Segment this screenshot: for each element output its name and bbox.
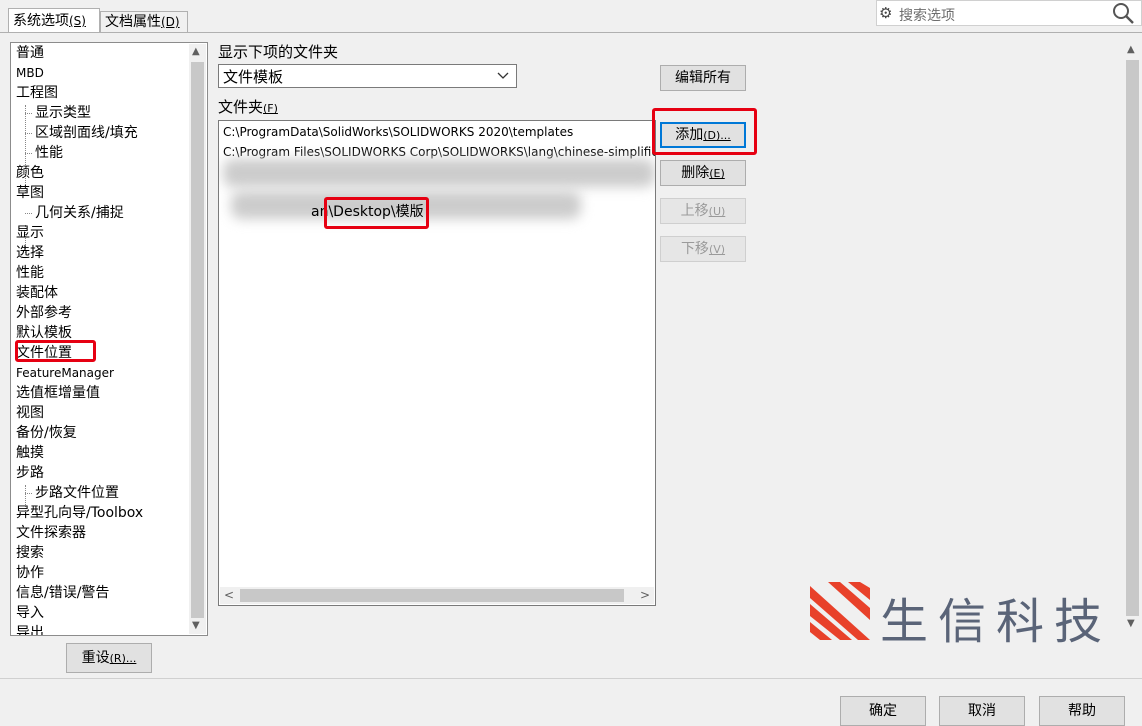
tree-item[interactable]: 导入 bbox=[16, 603, 44, 623]
scroll-down-arrow-icon[interactable]: ▼ bbox=[1127, 618, 1135, 629]
gear-icon[interactable]: ⚙ bbox=[879, 4, 892, 22]
tree-item[interactable]: FeatureManager bbox=[16, 363, 114, 383]
search-placeholder: 搜索选项 bbox=[899, 8, 955, 24]
tree-item[interactable]: 协作 bbox=[16, 563, 44, 583]
tree-item[interactable]: 性能 bbox=[16, 263, 44, 283]
tree-item[interactable]: 工程图 bbox=[16, 83, 58, 103]
edit-all-button[interactable]: 编辑所有 bbox=[660, 65, 746, 91]
search-box[interactable]: ⚙ 搜索选项 bbox=[876, 0, 1142, 26]
tree-item[interactable]: 步路文件位置 bbox=[25, 483, 119, 503]
main-scroll-thumb[interactable] bbox=[1126, 60, 1139, 616]
tree-scroll-thumb[interactable] bbox=[191, 62, 204, 618]
tree-item[interactable]: 显示类型 bbox=[25, 103, 91, 123]
main-scrollbar[interactable]: ▲ ▼ bbox=[1124, 42, 1141, 636]
tree-item[interactable]: 性能 bbox=[25, 143, 63, 163]
tree-item[interactable]: 选值框增量值 bbox=[16, 383, 100, 403]
folder-type-dropdown[interactable]: 文件模板 bbox=[218, 64, 517, 88]
move-down-button[interactable]: 下移(V) bbox=[660, 236, 746, 262]
tree-item[interactable]: 外部参考 bbox=[16, 303, 72, 323]
watermark-logo: 生信科技 bbox=[808, 580, 1126, 650]
move-up-button[interactable]: 上移(U) bbox=[660, 198, 746, 224]
delete-button[interactable]: 删除(E) bbox=[660, 160, 746, 186]
tree-item[interactable]: 触摸 bbox=[16, 443, 44, 463]
tree-item[interactable]: 异型孔向导/Toolbox bbox=[16, 503, 143, 523]
help-button[interactable]: 帮助 bbox=[1039, 696, 1125, 726]
scroll-up-arrow-icon[interactable]: ▲ bbox=[1127, 44, 1135, 55]
scroll-left-arrow-icon[interactable]: < bbox=[224, 588, 234, 602]
highlight-add-button bbox=[652, 108, 757, 155]
cancel-button[interactable]: 取消 bbox=[939, 696, 1025, 726]
tree-item[interactable]: 步路 bbox=[16, 463, 44, 483]
tree-item[interactable]: 显示 bbox=[16, 223, 44, 243]
blurred-region bbox=[223, 159, 655, 187]
scroll-down-arrow-icon[interactable]: ▼ bbox=[192, 620, 200, 631]
tab-label: 系统选项 bbox=[13, 13, 69, 29]
folders-list[interactable]: C:\ProgramData\SolidWorks\SOLIDWORKS 202… bbox=[218, 120, 656, 606]
scroll-up-arrow-icon[interactable]: ▲ bbox=[192, 46, 200, 57]
search-icon[interactable] bbox=[1111, 1, 1135, 29]
show-folders-label: 显示下项的文件夹 bbox=[218, 43, 339, 61]
logo-mark-icon bbox=[810, 582, 870, 640]
tree-item[interactable]: 颜色 bbox=[16, 163, 44, 183]
tree-item[interactable]: 区域剖面线/填充 bbox=[25, 123, 138, 143]
highlight-template-folder bbox=[324, 197, 429, 229]
folder-type-value: 文件模板 bbox=[223, 68, 284, 86]
tree-item[interactable]: 选择 bbox=[16, 243, 44, 263]
tree-item[interactable]: 文件探索器 bbox=[16, 523, 86, 543]
horizontal-scrollbar[interactable]: < > bbox=[220, 587, 654, 604]
tree-item[interactable]: 导出 bbox=[16, 623, 44, 635]
tab-divider bbox=[0, 32, 1142, 33]
highlight-file-locations bbox=[15, 340, 96, 362]
tree-item[interactable]: 几何关系/捕捉 bbox=[25, 203, 124, 223]
footer-divider bbox=[0, 678, 1142, 679]
watermark-text: 生信科技 bbox=[880, 594, 1113, 650]
tree-item[interactable]: 信息/错误/警告 bbox=[16, 583, 109, 603]
tab-label: 文档属性 bbox=[105, 14, 161, 30]
list-item[interactable]: C:\ProgramData\SolidWorks\SOLIDWORKS 202… bbox=[223, 123, 573, 141]
chevron-down-icon bbox=[496, 67, 510, 89]
tree-item[interactable]: 普通 bbox=[16, 43, 44, 63]
options-tree[interactable]: 普通 MBD 工程图 显示类型 区域剖面线/填充 性能 颜色 草图 几何关系/捕捉 显示 选择 性能装… bbox=[10, 42, 208, 636]
tree-item[interactable]: 草图 bbox=[16, 183, 44, 203]
list-scroll-thumb[interactable] bbox=[240, 589, 624, 602]
ok-button[interactable]: 确定 bbox=[840, 696, 926, 726]
folders-label: 文件夹(F) bbox=[218, 98, 278, 116]
tree-item[interactable]: 视图 bbox=[16, 403, 44, 423]
tab-system-options[interactable]: 系统选项(S) bbox=[8, 8, 100, 32]
scroll-right-arrow-icon[interactable]: > bbox=[640, 588, 650, 602]
tree-scrollbar[interactable]: ▲ ▼ bbox=[189, 44, 206, 634]
tree-item[interactable]: 备份/恢复 bbox=[16, 423, 77, 443]
tree-item[interactable]: 装配体 bbox=[16, 283, 58, 303]
tab-document-properties[interactable]: 文档属性(D) bbox=[100, 11, 188, 32]
tree-item[interactable]: MBD bbox=[16, 63, 44, 83]
reset-button[interactable]: 重设(R)... bbox=[66, 643, 152, 673]
tree-item[interactable]: 搜索 bbox=[16, 543, 44, 563]
